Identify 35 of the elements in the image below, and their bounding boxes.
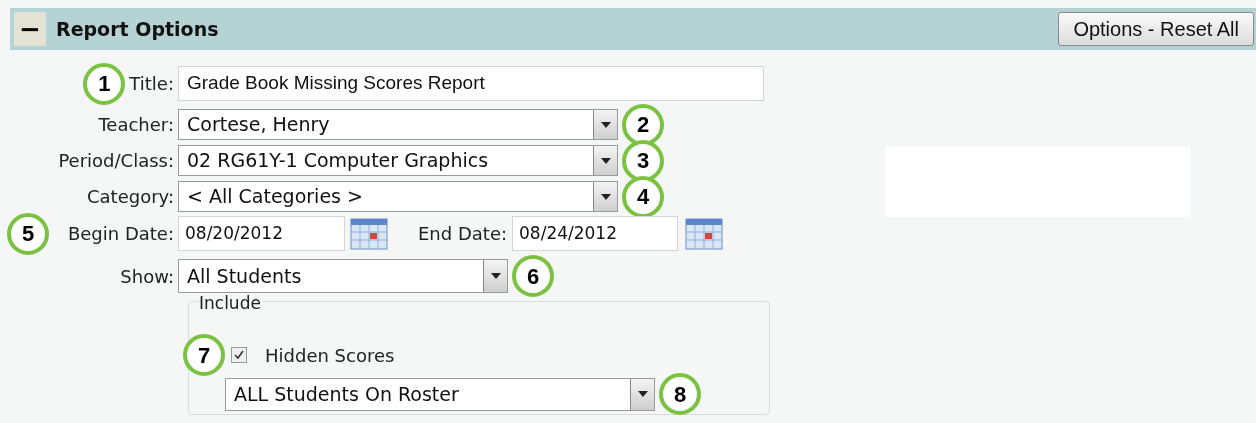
callout-number: 7 — [183, 334, 225, 376]
calendar-icon[interactable] — [685, 217, 723, 250]
dropdown-select[interactable]: Cortese, Henry — [178, 109, 618, 140]
callout-number: 4 — [622, 175, 664, 218]
group-legend: Include — [199, 295, 263, 312]
checkbox[interactable] — [231, 347, 247, 363]
field-label: Category: — [87, 185, 174, 209]
callout-number: 5 — [7, 212, 49, 255]
field-label: Title: — [129, 72, 174, 96]
dropdown-select[interactable]: ALL Students On Roster — [225, 377, 655, 411]
check-icon — [233, 349, 245, 361]
title-input[interactable]: Grade Book Missing Scores Report — [178, 66, 764, 101]
checkbox-label: Hidden Scores — [265, 343, 395, 368]
dropdown-arrow-icon — [637, 391, 648, 397]
dropdown-select[interactable]: < All Categories > — [178, 181, 618, 212]
field-label: Period/Class: — [58, 149, 174, 173]
dropdown-select[interactable]: 02 RG61Y-1 Computer Graphics — [178, 145, 618, 176]
callout-number: 1 — [83, 62, 126, 105]
section-title: Report Options — [56, 16, 219, 42]
field-label: Teacher: — [98, 113, 174, 137]
field-label: Begin Date: — [67, 222, 174, 246]
dropdown-select[interactable]: All Students — [178, 259, 508, 293]
dropdown-arrow-icon — [600, 193, 611, 200]
dropdown-arrow-icon — [600, 157, 611, 164]
dropdown-arrow-icon — [600, 121, 611, 128]
callout-number: 8 — [659, 373, 701, 415]
begin-date-input[interactable]: 08/20/2012 — [178, 216, 345, 251]
end-date-input[interactable]: 08/24/2012 — [512, 216, 678, 251]
callout-number: 6 — [512, 255, 554, 297]
collapse-button[interactable]: − — [14, 12, 46, 46]
dropdown-arrow-icon — [490, 273, 501, 279]
calendar-icon[interactable] — [350, 217, 388, 250]
reset-all-button[interactable]: Options - Reset All — [1058, 12, 1254, 46]
field-label: Show: — [120, 264, 174, 289]
field-label: End Date: — [418, 222, 507, 246]
